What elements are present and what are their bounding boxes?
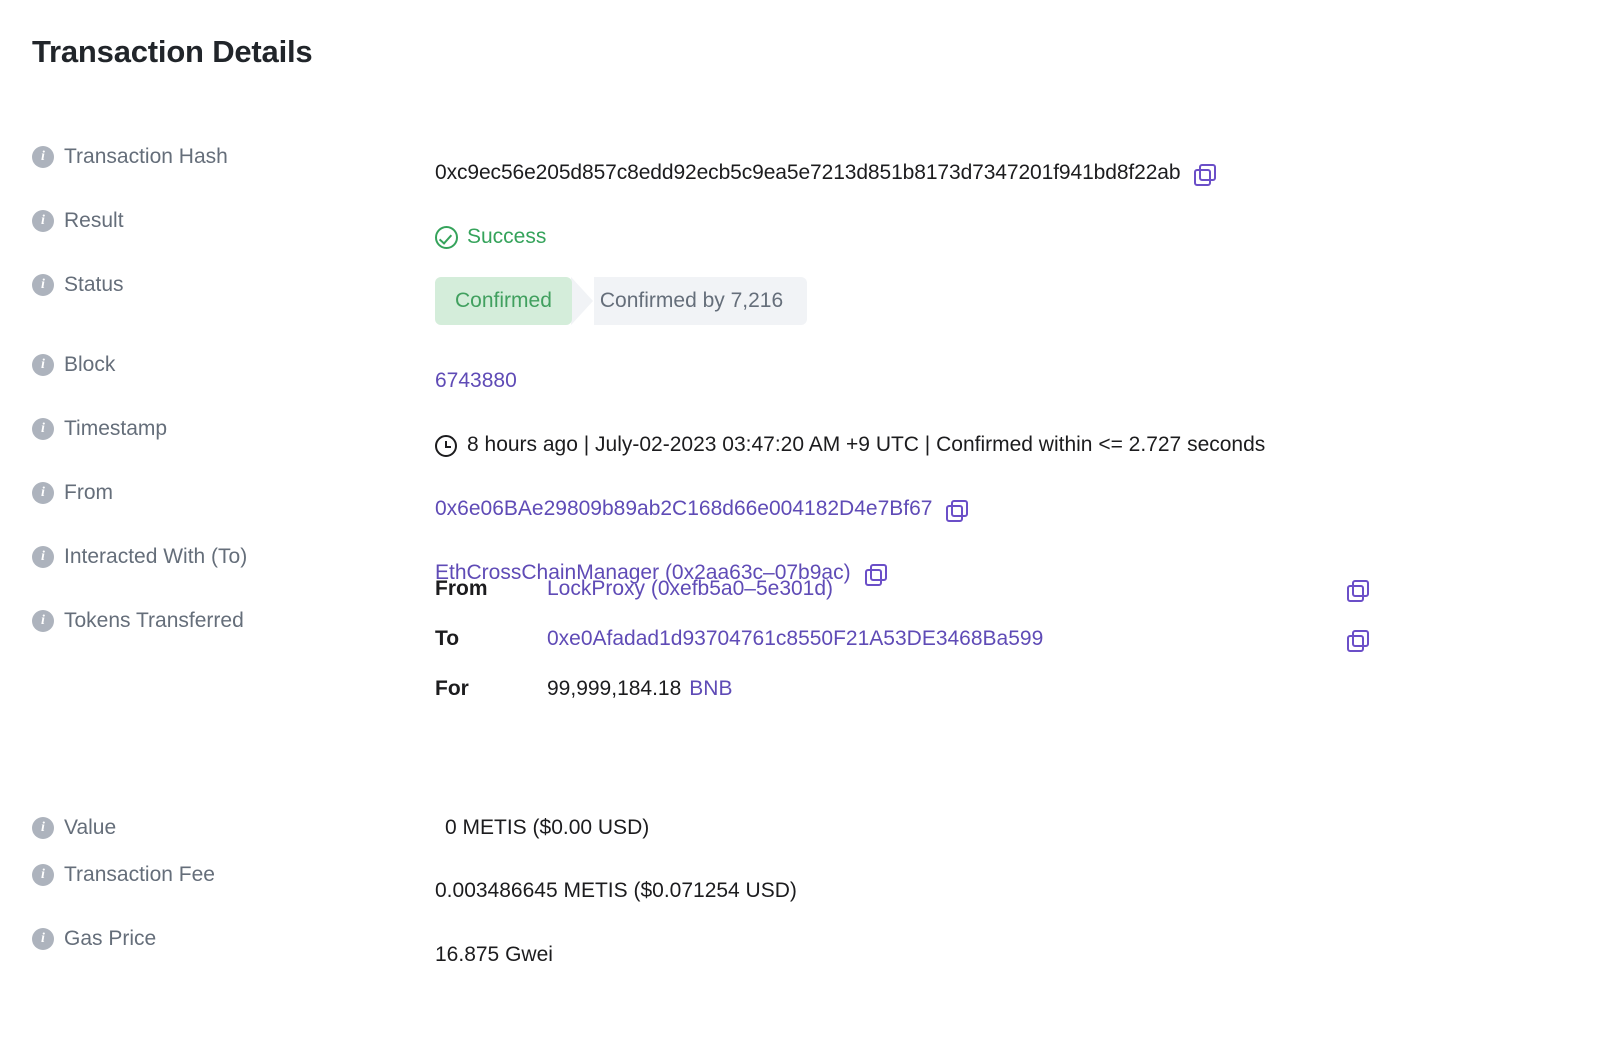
copy-icon[interactable] bbox=[1347, 580, 1369, 602]
label-text: Interacted With (To) bbox=[64, 545, 248, 568]
block-number-link[interactable]: 6743880 bbox=[435, 366, 517, 396]
row-transaction-hash: i Transaction Hash 0xc9ec56e205d857c8edd… bbox=[32, 140, 1614, 204]
details-list: i Transaction Hash 0xc9ec56e205d857c8edd… bbox=[32, 140, 1614, 986]
info-icon[interactable]: i bbox=[32, 482, 54, 504]
label-result: i Result bbox=[32, 204, 435, 236]
row-block: i Block 6743880 bbox=[32, 348, 1614, 412]
value-timestamp: 8 hours ago | July-02-2023 03:47:20 AM +… bbox=[435, 412, 1614, 476]
copy-icon[interactable] bbox=[1194, 164, 1217, 186]
label-transaction-hash: i Transaction Hash bbox=[32, 140, 435, 172]
info-icon[interactable]: i bbox=[32, 210, 54, 232]
label-timestamp: i Timestamp bbox=[32, 412, 435, 444]
label-text: From bbox=[64, 481, 113, 504]
label-tokens-transferred: i Tokens Transferred bbox=[32, 604, 435, 636]
token-for-slot: 99,999,184.18 BNB bbox=[547, 675, 732, 703]
token-for-amount: 99,999,184.18 bbox=[547, 677, 682, 700]
info-icon[interactable]: i bbox=[32, 817, 54, 839]
token-from-link[interactable]: LockProxy (0xefb5a0–5e301d) bbox=[547, 575, 833, 603]
row-value: i Value 0 METIS ($0.00 USD) bbox=[32, 794, 1614, 858]
value-transaction-hash: 0xc9ec56e205d857c8edd92ecb5c9ea5e7213d85… bbox=[435, 140, 1614, 204]
transaction-hash-text: 0xc9ec56e205d857c8edd92ecb5c9ea5e7213d85… bbox=[435, 161, 1181, 184]
result-success: Success bbox=[435, 222, 546, 252]
check-circle-icon bbox=[435, 225, 458, 249]
label-block: i Block bbox=[32, 348, 435, 380]
value-block: 6743880 bbox=[435, 348, 1614, 412]
token-row-for: For 99,999,184.18 BNB bbox=[435, 675, 1367, 703]
label-text: Result bbox=[64, 209, 124, 232]
timestamp-text: 8 hours ago | July-02-2023 03:47:20 AM +… bbox=[467, 433, 1266, 456]
row-gas-price: i Gas Price 16.875 Gwei bbox=[32, 922, 1614, 986]
info-icon[interactable]: i bbox=[32, 418, 54, 440]
token-for-key: For bbox=[435, 677, 469, 700]
info-icon[interactable]: i bbox=[32, 864, 54, 886]
token-for-symbol-link[interactable]: BNB bbox=[689, 675, 732, 703]
row-timestamp: i Timestamp 8 hours ago | July-02-2023 0… bbox=[32, 412, 1614, 476]
transaction-fee-text: 0.003486645 METIS ($0.071254 USD) bbox=[435, 879, 797, 902]
value-result: Success bbox=[435, 204, 1614, 268]
value-value: 0 METIS ($0.00 USD) bbox=[445, 795, 1614, 859]
result-text: Success bbox=[467, 225, 547, 248]
copy-icon[interactable] bbox=[1347, 630, 1369, 652]
label-text: Timestamp bbox=[64, 417, 168, 440]
label-text: Tokens Transferred bbox=[64, 609, 244, 632]
status-confirmations: Confirmed by 7,216 bbox=[593, 277, 808, 325]
clock-icon bbox=[435, 435, 457, 457]
row-transaction-fee: i Transaction Fee 0.003486645 METIS ($0.… bbox=[32, 858, 1614, 922]
row-tokens-transferred: i Tokens Transferred From LockProxy (0xe… bbox=[32, 577, 1614, 794]
row-from: i From 0x6e06BAe29809b89ab2C168d66e00418… bbox=[32, 476, 1614, 540]
label-text: Value bbox=[64, 816, 117, 839]
label-text: Status bbox=[64, 273, 124, 296]
label-text: Transaction Fee bbox=[64, 863, 215, 886]
value-transaction-fee: 0.003486645 METIS ($0.071254 USD) bbox=[435, 858, 1614, 922]
label-value: i Value bbox=[32, 811, 435, 843]
label-interacted-with: i Interacted With (To) bbox=[32, 540, 435, 572]
label-gas-price: i Gas Price bbox=[32, 922, 435, 954]
token-row-from: From LockProxy (0xefb5a0–5e301d) bbox=[435, 575, 1369, 603]
token-from-slot: LockProxy (0xefb5a0–5e301d) bbox=[547, 575, 1369, 603]
info-icon[interactable]: i bbox=[32, 546, 54, 568]
page-title: Transaction Details bbox=[32, 34, 313, 69]
label-from: i From bbox=[32, 476, 435, 508]
status-confirmed-pill: Confirmed bbox=[435, 277, 572, 325]
token-to-key: To bbox=[435, 627, 460, 650]
label-text: Block bbox=[64, 353, 116, 376]
value-from: 0x6e06BAe29809b89ab2C168d66e004182D4e7Bf… bbox=[435, 476, 1614, 540]
tokens-transferred-table: From LockProxy (0xefb5a0–5e301d) To 0xe0… bbox=[435, 571, 1369, 703]
info-icon[interactable]: i bbox=[32, 928, 54, 950]
value-gas-price: 16.875 Gwei bbox=[435, 922, 1614, 986]
row-result: i Result Success bbox=[32, 204, 1614, 268]
row-status: i Status Confirmed Confirmed by 7,216 bbox=[32, 268, 1614, 348]
value-tokens-transferred: From LockProxy (0xefb5a0–5e301d) To 0xe0… bbox=[435, 577, 1614, 700]
status-arrow-notch bbox=[570, 277, 594, 325]
info-icon[interactable]: i bbox=[32, 610, 54, 632]
label-transaction-fee: i Transaction Fee bbox=[32, 858, 435, 890]
token-from-key: From bbox=[435, 577, 488, 600]
info-icon[interactable]: i bbox=[32, 146, 54, 168]
copy-icon[interactable] bbox=[946, 500, 969, 522]
info-icon[interactable]: i bbox=[32, 354, 54, 376]
info-icon[interactable]: i bbox=[32, 274, 54, 296]
transaction-details-page: Transaction Details i Transaction Hash 0… bbox=[0, 0, 1614, 1048]
token-row-to: To 0xe0Afadad1d93704761c8550F21A53DE3468… bbox=[435, 625, 1369, 653]
gas-price-text: 16.875 Gwei bbox=[435, 943, 553, 966]
value-status: Confirmed Confirmed by 7,216 bbox=[435, 268, 1614, 332]
copy-icon[interactable] bbox=[864, 564, 887, 586]
label-text: Transaction Hash bbox=[64, 145, 228, 168]
label-text: Gas Price bbox=[64, 927, 157, 950]
status-badge: Confirmed Confirmed by 7,216 bbox=[435, 277, 808, 325]
token-to-link[interactable]: 0xe0Afadad1d93704761c8550F21A53DE3468Ba5… bbox=[547, 625, 1043, 653]
value-text: 0 METIS ($0.00 USD) bbox=[445, 816, 650, 839]
label-status: i Status bbox=[32, 268, 435, 300]
token-to-slot: 0xe0Afadad1d93704761c8550F21A53DE3468Ba5… bbox=[547, 625, 1369, 653]
from-address-link[interactable]: 0x6e06BAe29809b89ab2C168d66e004182D4e7Bf… bbox=[435, 494, 932, 524]
